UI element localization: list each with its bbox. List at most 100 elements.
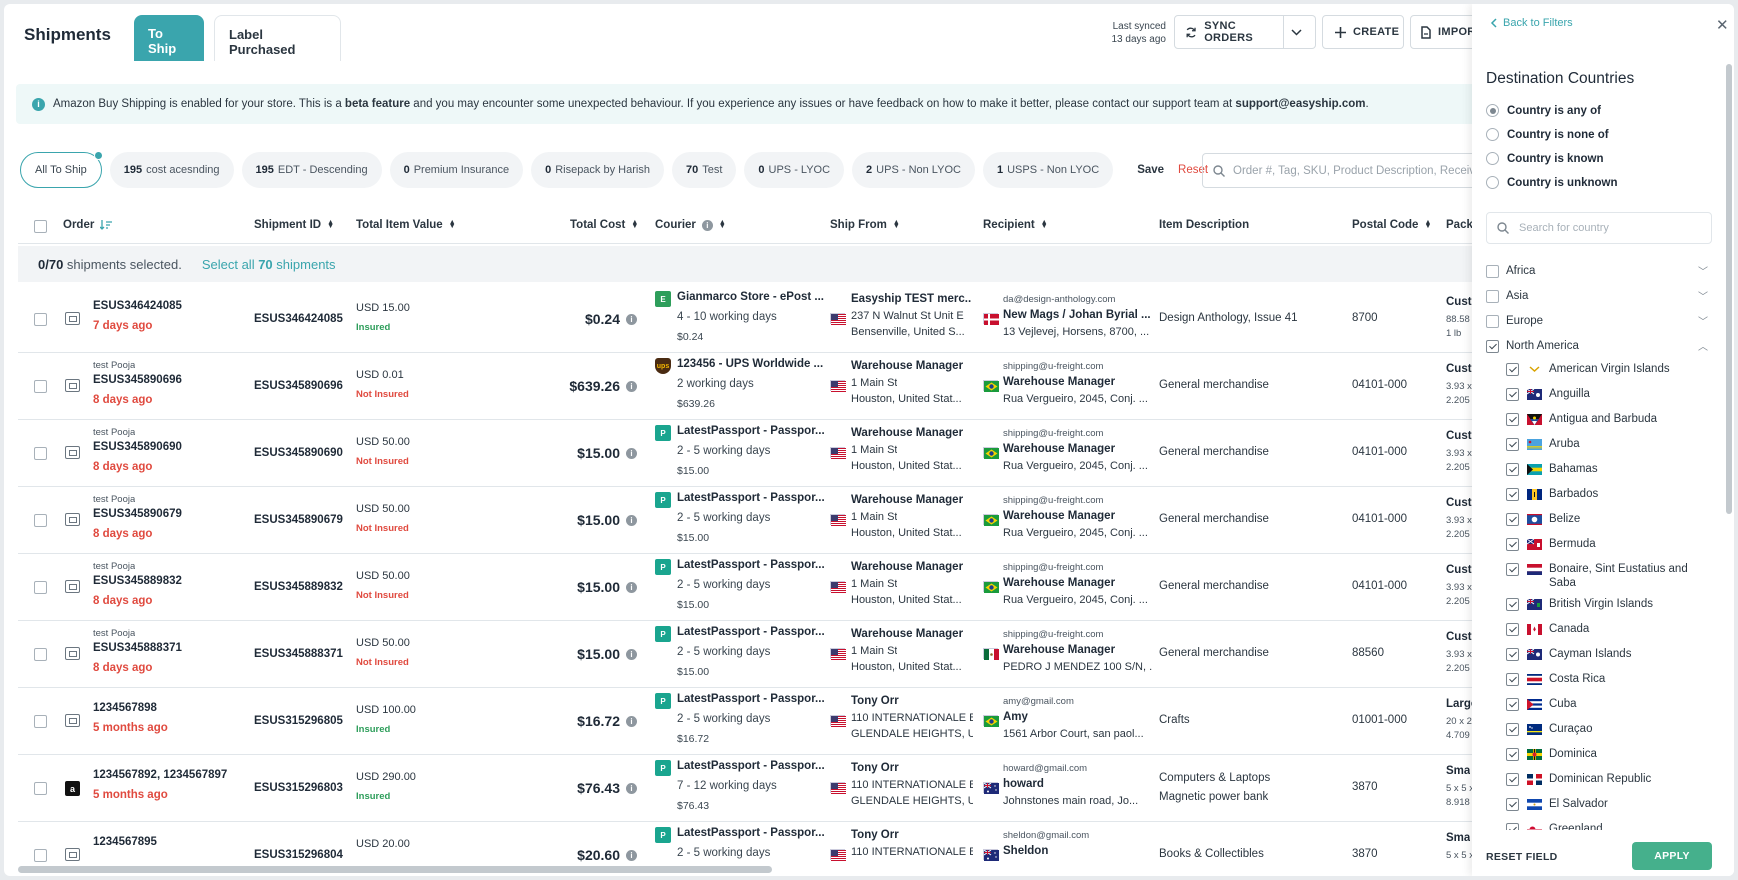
region-north-america[interactable]: North America ︿ <box>1486 337 1712 355</box>
country-option[interactable]: El Salvador <box>1506 797 1706 811</box>
info-icon[interactable]: i <box>626 649 637 660</box>
courier-name[interactable]: LatestPassport - Passpor... <box>677 827 825 839</box>
country-option[interactable]: Bahamas <box>1506 462 1706 476</box>
country-search-input[interactable]: Search for country <box>1486 212 1712 244</box>
country-option[interactable]: Curaçao <box>1506 722 1706 736</box>
row-checkbox[interactable] <box>34 313 47 326</box>
col-postal-code[interactable]: Postal Code ▲ ▼ <box>1352 219 1431 231</box>
col-total-cost[interactable]: Total Cost ▲ ▼ <box>570 219 638 231</box>
create-button[interactable]: CREATE <box>1322 15 1404 49</box>
apply-button[interactable]: APPLY <box>1632 842 1712 870</box>
courier-name[interactable]: LatestPassport - Passpor... <box>677 492 825 504</box>
checkbox-checked-icon[interactable] <box>1506 513 1519 526</box>
info-icon[interactable]: i <box>626 314 637 325</box>
region-checkbox-checked[interactable] <box>1486 340 1499 353</box>
table-row[interactable]: test Pooja ESUS345888371 8 days ago ESUS345… <box>18 621 1518 688</box>
reset-field-button[interactable]: RESET FIELD <box>1486 851 1558 863</box>
checkbox-checked-icon[interactable] <box>1506 673 1519 686</box>
info-icon[interactable]: i <box>626 515 637 526</box>
courier-name[interactable]: LatestPassport - Passpor... <box>677 559 825 571</box>
courier-name[interactable]: LatestPassport - Passpor... <box>677 760 825 772</box>
region-africa[interactable]: Africa ﹀ <box>1486 262 1712 280</box>
checkbox-checked-icon[interactable] <box>1506 563 1519 576</box>
chip-cost-ascending[interactable]: 195 cost acesnding <box>109 152 234 188</box>
select-all-checkbox[interactable] <box>34 220 47 233</box>
sync-orders-button[interactable]: SYNC ORDERS <box>1174 15 1284 49</box>
sync-dropdown-button[interactable] <box>1284 15 1316 49</box>
country-option[interactable]: Cuba <box>1506 697 1706 711</box>
country-option[interactable]: Dominica <box>1506 747 1706 761</box>
info-icon[interactable]: i <box>626 381 637 392</box>
tab-to-ship[interactable]: To Ship <box>134 15 204 61</box>
table-row[interactable]: test Pooja ESUS345890696 8 days ago ESUS345… <box>18 353 1518 420</box>
col-courier[interactable]: Courier i ▲ ▼ <box>655 219 726 231</box>
checkbox-checked-icon[interactable] <box>1506 648 1519 661</box>
checkbox-checked-icon[interactable] <box>1506 363 1519 376</box>
row-checkbox[interactable] <box>34 782 47 795</box>
close-icon[interactable]: ✕ <box>1716 16 1729 34</box>
country-option[interactable]: Aruba <box>1506 437 1706 451</box>
country-option[interactable]: Antigua and Barbuda <box>1506 412 1706 426</box>
row-checkbox[interactable] <box>34 849 47 862</box>
shipment-id[interactable]: ESUS315296803 <box>254 782 343 794</box>
order-number[interactable]: 1234567892, 1234567897 <box>93 769 227 781</box>
chip-premium-insurance[interactable]: 0 Premium Insurance <box>389 152 524 188</box>
col-shipment-id[interactable]: Shipment ID ▲ ▼ <box>254 219 334 231</box>
chip-edt-descending[interactable]: 195 EDT - Descending <box>241 152 382 188</box>
save-filter-button[interactable]: Save <box>1137 164 1164 176</box>
row-checkbox[interactable] <box>34 648 47 661</box>
country-option[interactable]: Bermuda <box>1506 537 1706 551</box>
table-row[interactable]: 1234567898 5 months ago ESUS315296805 USD 1… <box>18 688 1518 755</box>
table-row[interactable]: a 1234567892, 1234567897 5 months ago ESUS3… <box>18 755 1518 822</box>
col-pack[interactable]: Pack <box>1446 219 1473 231</box>
courier-name[interactable]: LatestPassport - Passpor... <box>677 425 825 437</box>
country-option[interactable]: Canada <box>1506 622 1706 636</box>
table-row[interactable]: test Pooja ESUS345889832 8 days ago ESUS345… <box>18 554 1518 621</box>
checkbox-checked-icon[interactable] <box>1506 598 1519 611</box>
order-number[interactable]: 1234567895 <box>93 836 157 848</box>
checkbox-checked-icon[interactable] <box>1506 623 1519 636</box>
country-option[interactable]: Greenland <box>1506 822 1706 830</box>
table-row[interactable]: ESUS346424085 7 days ago ESUS346424085 USD … <box>18 286 1518 353</box>
country-option[interactable]: Bonaire, Sint Eustatius and Saba <box>1506 562 1706 590</box>
chevron-down-icon[interactable]: ﹀ <box>1698 313 1708 328</box>
row-checkbox[interactable] <box>34 447 47 460</box>
region-checkbox[interactable] <box>1486 264 1499 278</box>
table-row[interactable]: test Pooja ESUS345890690 8 days ago ESUS345… <box>18 420 1518 487</box>
shipment-id[interactable]: ESUS346424085 <box>254 313 343 325</box>
courier-name[interactable]: LatestPassport - Passpor... <box>677 693 825 705</box>
checkbox-checked-icon[interactable] <box>1506 823 1519 830</box>
checkbox-checked-icon[interactable] <box>1506 463 1519 476</box>
country-option[interactable]: Dominican Republic <box>1506 772 1706 786</box>
order-number[interactable]: ESUS346424085 <box>93 300 182 312</box>
order-number[interactable]: ESUS345890679 <box>93 508 182 520</box>
country-option[interactable]: Belize <box>1506 512 1706 526</box>
col-total-item-value[interactable]: Total Item Value ▲ ▼ <box>356 219 456 231</box>
panel-scrollbar[interactable] <box>1726 64 1732 514</box>
back-to-filters-link[interactable]: Back to Filters <box>1490 17 1573 29</box>
country-option[interactable]: Anguilla <box>1506 387 1706 401</box>
checkbox-checked-icon[interactable] <box>1506 698 1519 711</box>
shipment-id[interactable]: ESUS345890679 <box>254 514 343 526</box>
chip-usps-non-lyoc[interactable]: 1 USPS - Non LYOC <box>982 152 1114 188</box>
shipment-id[interactable]: ESUS345890696 <box>254 380 343 392</box>
country-option[interactable]: British Virgin Islands <box>1506 597 1706 611</box>
chip-test[interactable]: 70 Test <box>671 152 737 188</box>
country-option[interactable]: American Virgin Islands <box>1506 362 1706 376</box>
option-country-is-unknown[interactable]: Country is unknown <box>1486 176 1618 189</box>
courier-name[interactable]: 123456 - UPS Worldwide ... <box>677 358 823 370</box>
order-number[interactable]: ESUS345889832 <box>93 575 182 587</box>
shipment-id[interactable]: ESUS315296804 <box>254 849 343 861</box>
region-checkbox[interactable] <box>1486 314 1499 328</box>
option-country-is-any-of[interactable]: Country is any of <box>1486 104 1601 117</box>
country-option[interactable]: Cayman Islands <box>1506 647 1706 661</box>
tab-label-purchased[interactable]: Label Purchased <box>214 15 341 61</box>
row-checkbox[interactable] <box>34 380 47 393</box>
info-icon[interactable]: i <box>626 582 637 593</box>
option-country-is-none-of[interactable]: Country is none of <box>1486 128 1609 141</box>
checkbox-checked-icon[interactable] <box>1506 748 1519 761</box>
chip-risepack[interactable]: 0 Risepack by Harish <box>531 152 664 188</box>
info-icon[interactable]: i <box>626 448 637 459</box>
checkbox-checked-icon[interactable] <box>1506 413 1519 426</box>
horizontal-scrollbar[interactable] <box>18 866 772 873</box>
